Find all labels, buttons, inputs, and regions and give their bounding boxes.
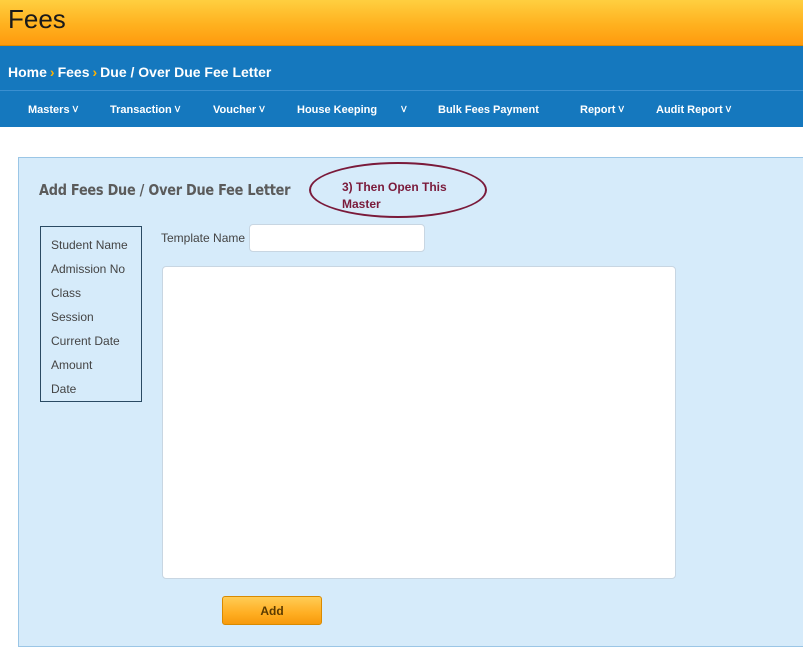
nav-item-report[interactable]: Report ᐯ bbox=[580, 104, 624, 116]
nav-label: Bulk Fees Payment bbox=[438, 104, 539, 116]
nav-label: House Keeping bbox=[297, 104, 378, 116]
app-title: Fees bbox=[8, 4, 66, 34]
template-name-input[interactable] bbox=[249, 224, 425, 252]
letter-body-textarea[interactable] bbox=[162, 266, 676, 579]
chevron-down-icon: ᐯ bbox=[725, 105, 732, 114]
template-name-label: Template Name bbox=[161, 231, 246, 245]
nav-label: Report bbox=[580, 104, 616, 116]
nav-label: Voucher bbox=[213, 104, 257, 116]
nav-item-masters[interactable]: Masters ᐯ bbox=[28, 104, 78, 116]
annotation-text: 3) Then Open This Master bbox=[342, 180, 447, 211]
nav-item-audit-report[interactable]: Audit Report ᐯ bbox=[656, 104, 731, 116]
add-button[interactable]: Add bbox=[222, 596, 322, 625]
app-header: Fees bbox=[0, 0, 803, 46]
placeholder-student-name[interactable]: Student Name bbox=[41, 233, 141, 257]
breadcrumb: Home › Fees › Due / Over Due Fee Letter bbox=[8, 64, 271, 80]
breadcrumb-home[interactable]: Home bbox=[8, 64, 47, 80]
panel-title: Add Fees Due / Over Due Fee Letter bbox=[39, 181, 291, 199]
nav-label: Transaction bbox=[110, 104, 172, 116]
nav-item-bulk-fees-payment[interactable]: Bulk Fees Payment bbox=[438, 104, 539, 116]
breadcrumb-fees[interactable]: Fees bbox=[58, 64, 90, 80]
navigation-bar: Home › Fees › Due / Over Due Fee Letter Mast… bbox=[0, 46, 803, 127]
chevron-down-icon: ᐯ bbox=[401, 105, 407, 114]
chevron-down-icon: ᐯ bbox=[259, 105, 265, 114]
nav-item-house-keeping[interactable]: House Keeping ᐯ bbox=[297, 104, 407, 116]
breadcrumb-separator: › bbox=[49, 64, 55, 80]
placeholder-amount[interactable]: Amount bbox=[41, 353, 141, 377]
nav-label: Masters bbox=[28, 104, 70, 116]
nav-label: Audit Report bbox=[656, 104, 723, 116]
annotation-callout: 3) Then Open This Master bbox=[309, 162, 487, 218]
nav-divider bbox=[0, 90, 803, 91]
chevron-down-icon: ᐯ bbox=[618, 105, 624, 114]
chevron-down-icon: ᐯ bbox=[72, 105, 79, 114]
nav-item-voucher[interactable]: Voucher ᐯ bbox=[213, 104, 265, 116]
placeholder-list: Student Name Admission No Class Session … bbox=[40, 226, 142, 402]
placeholder-class[interactable]: Class bbox=[41, 281, 141, 305]
placeholder-admission-no[interactable]: Admission No bbox=[41, 257, 141, 281]
breadcrumb-current: Due / Over Due Fee Letter bbox=[100, 64, 272, 80]
chevron-down-icon: ᐯ bbox=[174, 105, 181, 114]
placeholder-current-date[interactable]: Current Date bbox=[41, 329, 141, 353]
fee-letter-panel: Add Fees Due / Over Due Fee Letter 3) Th… bbox=[18, 157, 803, 647]
placeholder-date[interactable]: Date bbox=[41, 377, 141, 401]
placeholder-session[interactable]: Session bbox=[41, 305, 141, 329]
nav-item-transaction[interactable]: Transaction ᐯ bbox=[110, 104, 180, 116]
breadcrumb-separator: › bbox=[92, 64, 98, 80]
